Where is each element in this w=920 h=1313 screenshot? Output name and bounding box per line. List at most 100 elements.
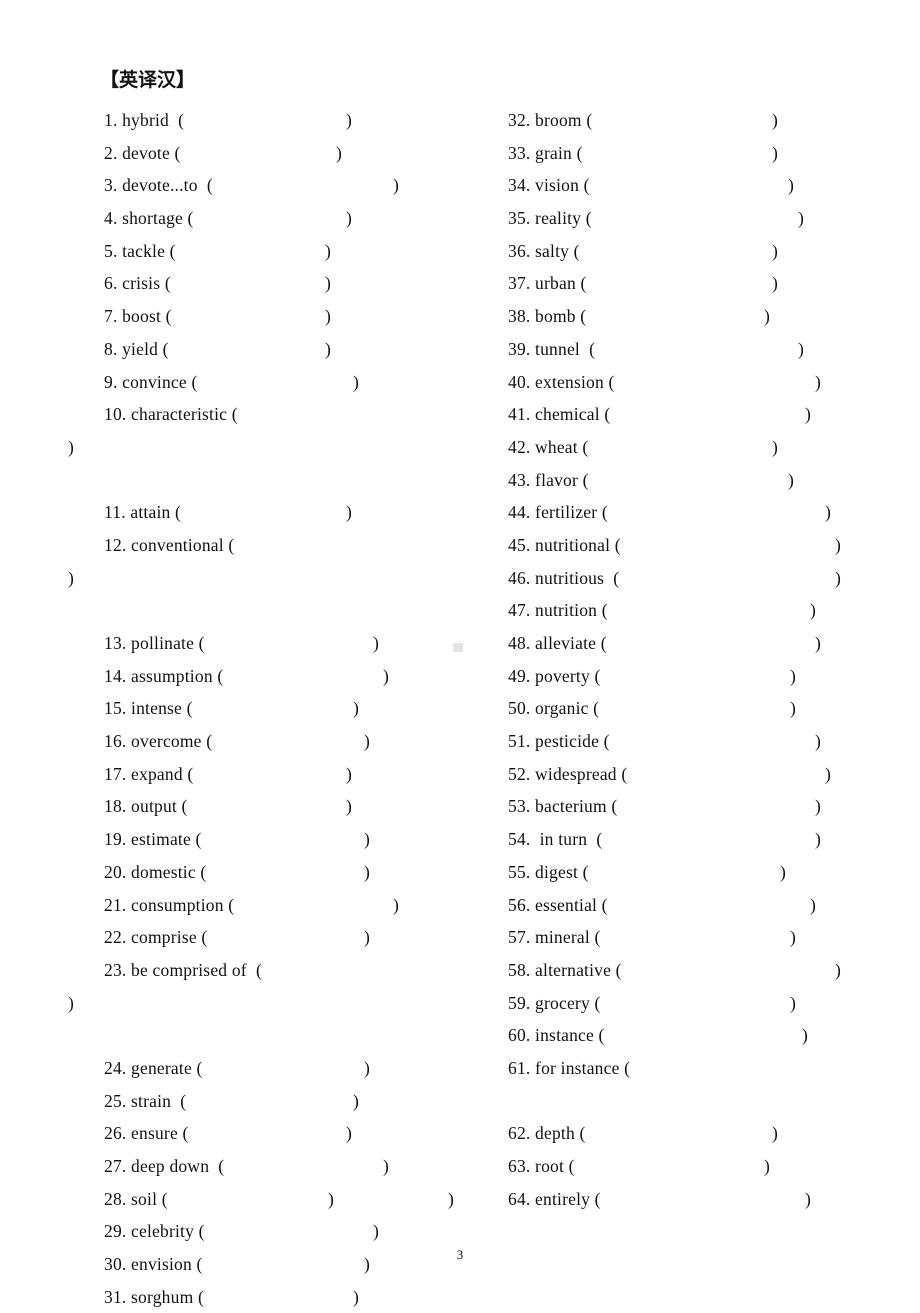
vocabulary-term: 16. overcome (	[104, 731, 213, 752]
vocabulary-item: 10. characteristic (	[68, 398, 488, 431]
answer-blank-close-paren: )	[825, 502, 831, 523]
vocabulary-item: 43. flavor ()	[500, 464, 915, 497]
vocabulary-item: 22. comprise ()	[68, 921, 488, 954]
answer-blank-close-paren: )	[798, 208, 804, 229]
vocabulary-item: 44. fertilizer ()	[500, 496, 915, 529]
vocabulary-term: 60. instance (	[508, 1025, 605, 1046]
answer-blank-close-paren: )	[393, 175, 399, 196]
answer-blank-close-paren: )	[790, 992, 796, 1013]
answer-blank-close-paren: )	[772, 142, 778, 163]
vocabulary-term: 62. depth (	[508, 1123, 586, 1144]
vocabulary-term: 37. urban (	[508, 273, 587, 294]
vocabulary-term: 21. consumption (	[104, 894, 235, 915]
answer-blank-close-paren: )	[325, 338, 331, 359]
answer-blank-close-paren: )	[346, 110, 352, 130]
vocabulary-term: 55. digest (	[508, 861, 589, 882]
vocabulary-term: 45. nutritional (	[508, 534, 621, 555]
vocabulary-item: 26. ensure ()	[68, 1117, 488, 1150]
vocabulary-item: 6. crisis ()	[68, 267, 488, 300]
vocabulary-item: 1. hybrid ()	[68, 104, 488, 137]
answer-blank-close-paren: )	[353, 1090, 359, 1111]
answer-blank-close-paren: )	[383, 665, 389, 686]
vocabulary-item: 46. nutritious ()	[500, 562, 915, 595]
vocabulary-term: 52. widespread (	[508, 763, 628, 784]
answer-blank-close-paren: )	[810, 600, 816, 621]
vocabulary-column-left: 1. hybrid () 2. devote () 3. devote...to (…	[68, 104, 488, 1313]
vocabulary-item: 62. depth ()	[500, 1117, 915, 1150]
vocabulary-term: 46. nutritious (	[508, 567, 620, 588]
answer-blank-close-paren: )	[815, 633, 821, 653]
vocabulary-item: 31. sorghum ()	[68, 1281, 488, 1313]
vocabulary-item: 18. output ()	[68, 790, 488, 823]
wrapped-close-paren: )	[68, 436, 74, 457]
wrapped-close-paren: )	[68, 992, 74, 1013]
vocabulary-item: 63. root ()	[500, 1150, 915, 1183]
answer-blank-close-paren: )	[353, 1286, 359, 1307]
vocabulary-item: 45. nutritional ()	[500, 529, 915, 562]
vocabulary-term: 3. devote...to (	[104, 175, 213, 196]
answer-blank-close-paren: )	[772, 1123, 778, 1144]
answer-blank-close-paren-extra: )	[448, 1188, 454, 1209]
vocabulary-term: 8. yield (	[104, 338, 169, 359]
vocabulary-term: 23. be comprised of (	[104, 959, 262, 980]
vocabulary-term: 15. intense (	[104, 698, 193, 719]
vocabulary-term: 58. alternative (	[508, 959, 622, 980]
answer-blank-close-paren: )	[364, 731, 370, 752]
vocabulary-item: 15. intense ()	[68, 692, 488, 725]
vocabulary-term: 48. alleviate (	[508, 633, 607, 653]
vocabulary-item: 57. mineral ()	[500, 921, 915, 954]
vocabulary-term: 31. sorghum (	[104, 1286, 204, 1307]
answer-blank-close-paren: )	[835, 959, 841, 980]
answer-blank-close-paren: )	[328, 1188, 334, 1209]
answer-blank-close-paren: )	[346, 763, 352, 784]
vocabulary-term: 13. pollinate (	[104, 633, 205, 653]
answer-blank-close-paren: )	[790, 665, 796, 686]
answer-blank-close-paren: )	[815, 731, 821, 752]
vocabulary-item: 19. estimate ()	[68, 823, 488, 856]
answer-blank-close-paren: )	[373, 1221, 379, 1242]
vocabulary-term: 5. tackle (	[104, 240, 176, 261]
vocabulary-term: 1. hybrid (	[104, 110, 185, 130]
answer-blank-close-paren: )	[805, 1188, 811, 1209]
vocabulary-term: 33. grain (	[508, 142, 583, 163]
vocabulary-item: 13. pollinate ()	[68, 627, 488, 660]
vocabulary-item: 56. essential ()	[500, 889, 915, 922]
vocabulary-item: 54. in turn ()	[500, 823, 915, 856]
vocabulary-term: 19. estimate (	[104, 829, 202, 850]
answer-blank-close-paren: )	[346, 502, 352, 523]
vocabulary-item: 33. grain ()	[500, 137, 915, 170]
answer-blank-close-paren: )	[364, 1057, 370, 1078]
vocabulary-item: 9. convince ()	[68, 366, 488, 399]
vocabulary-item: 36. salty ()	[500, 235, 915, 268]
vocabulary-term: 7. boost (	[104, 306, 172, 327]
answer-blank-close-paren: )	[772, 273, 778, 294]
vocabulary-term: 32. broom (	[508, 110, 593, 130]
vocabulary-item: 49. poverty ()	[500, 660, 915, 693]
vocabulary-item: 41. chemical ()	[500, 398, 915, 431]
vocabulary-item: 35. reality ()	[500, 202, 915, 235]
vocabulary-term: 25. strain (	[104, 1090, 187, 1111]
answer-blank-close-paren: )	[346, 208, 352, 229]
vocabulary-item: 39. tunnel ()	[500, 333, 915, 366]
vocabulary-term: 14. assumption (	[104, 665, 224, 686]
answer-blank-close-paren: )	[353, 371, 359, 392]
vocabulary-term: 12. conventional (	[104, 534, 235, 555]
vocabulary-term: 4. shortage (	[104, 208, 194, 229]
wrapped-close-paren: )	[68, 567, 74, 588]
answer-blank-close-paren: )	[798, 338, 804, 359]
answer-blank-close-paren: )	[815, 829, 821, 850]
vocabulary-item: 16. overcome ()	[68, 725, 488, 758]
vocabulary-term: 40. extension (	[508, 371, 615, 392]
vocabulary-term: 29. celebrity (	[104, 1221, 205, 1242]
answer-blank-close-paren: )	[346, 796, 352, 817]
answer-blank-close-paren: )	[346, 1123, 352, 1144]
answer-blank-close-paren: )	[373, 633, 379, 653]
vocabulary-item: 55. digest ()	[500, 856, 915, 889]
vocabulary-item: 2. devote ()	[68, 137, 488, 170]
vocabulary-term: 61. for instance (	[508, 1057, 631, 1078]
answer-blank-close-paren: )	[364, 829, 370, 850]
vocabulary-term: 50. organic (	[508, 698, 600, 719]
vocabulary-term: 34. vision (	[508, 175, 590, 196]
vocabulary-item: 50. organic ()	[500, 692, 915, 725]
